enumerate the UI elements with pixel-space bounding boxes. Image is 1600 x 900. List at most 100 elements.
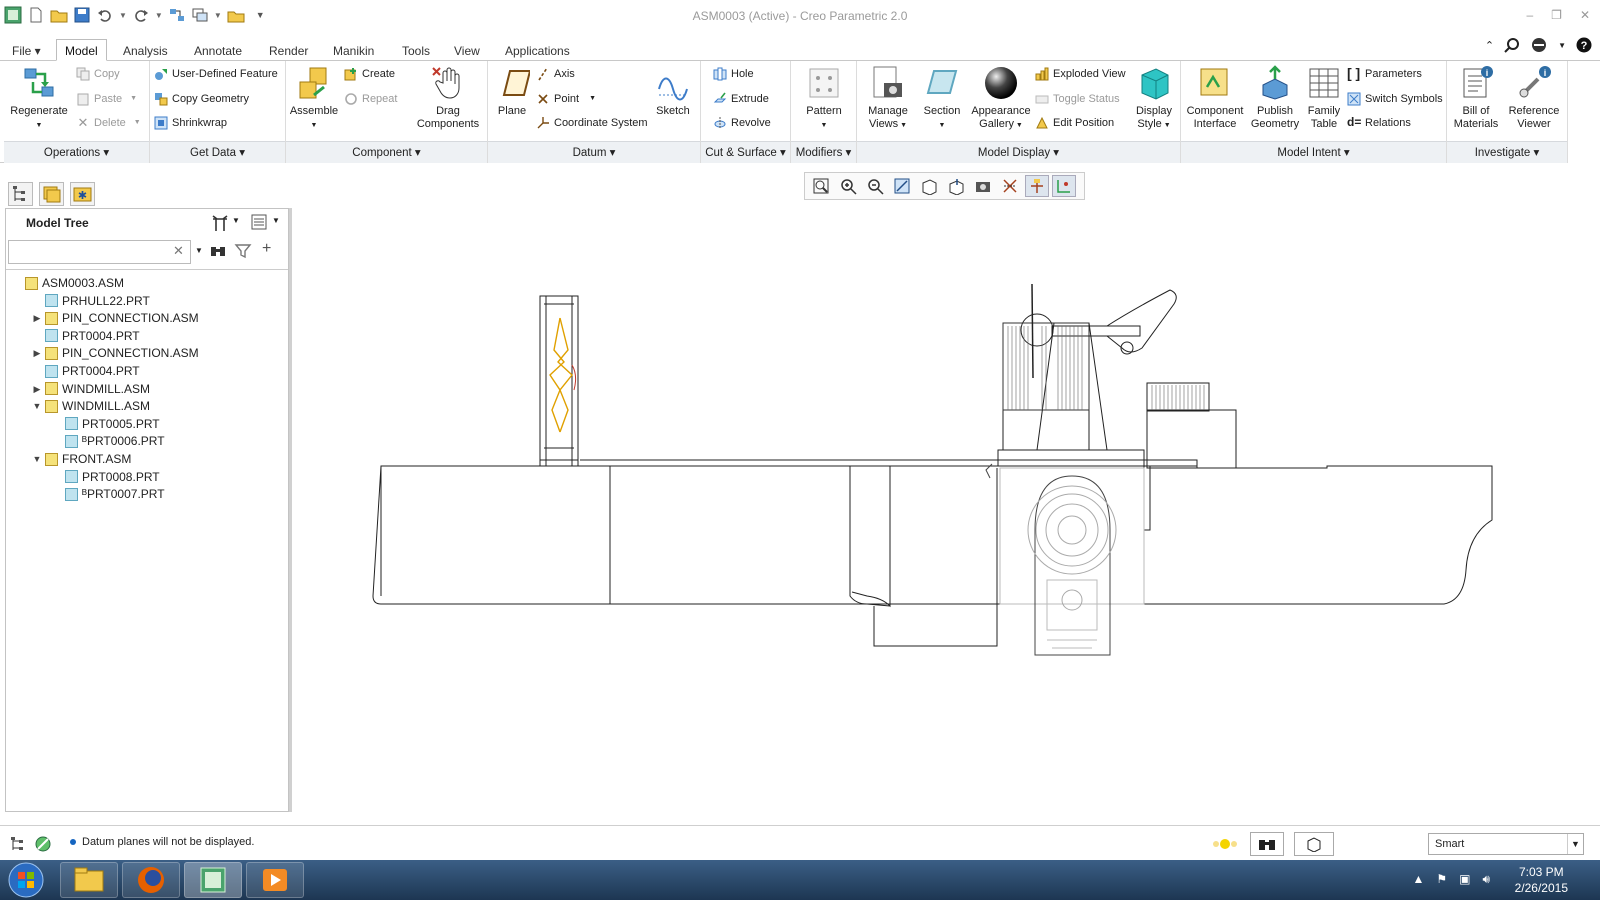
community-dropdown-icon[interactable]: ▼ (1558, 41, 1566, 50)
search-options-dropdown-icon[interactable]: ▼ (195, 246, 203, 255)
tree-item[interactable]: PRT0004.PRT (32, 362, 140, 380)
tree-expander-icon[interactable]: ▼ (32, 450, 42, 468)
create-button[interactable]: Create (344, 63, 395, 85)
group-label-cut-surface[interactable]: Cut & Surface ▾ (701, 141, 790, 163)
tree-item[interactable]: ▶ PIN_CONNECTION.ASM (32, 344, 199, 362)
model-tree-tab[interactable] (8, 182, 33, 206)
paste-button[interactable]: Paste ▼ (76, 88, 137, 110)
appearance-gallery-button[interactable]: Appearance Gallery ▼ (969, 65, 1033, 132)
selection-box-button[interactable] (1294, 832, 1334, 856)
assemble-dropdown-icon[interactable]: ▼ (311, 122, 318, 129)
tree-settings-dropdown-icon[interactable]: ▼ (232, 216, 240, 225)
show-dropdown-icon[interactable]: ▼ (272, 216, 280, 225)
group-label-investigate[interactable]: Investigate ▾ (1447, 141, 1567, 163)
display-style-button[interactable]: Display Style ▼ (1131, 65, 1177, 132)
point-dropdown-icon[interactable]: ▼ (589, 88, 596, 110)
tab-applications[interactable]: Applications (497, 40, 578, 62)
shrinkwrap-button[interactable]: Shrinkwrap (154, 112, 227, 134)
taskbar-firefox[interactable] (122, 862, 180, 898)
exploded-view-button[interactable]: Exploded View (1035, 63, 1126, 85)
revolve-button[interactable]: Revolve (713, 112, 771, 134)
action-center-flag-icon[interactable]: ⚑ (1436, 872, 1447, 887)
selection-filter-dropdown[interactable]: Smart ▼ (1428, 833, 1584, 855)
show-navigator-icon[interactable] (8, 835, 26, 853)
tab-file[interactable]: File ▾ (4, 40, 49, 62)
sketch-button[interactable]: Sketch (650, 65, 696, 118)
annotation-display-icon[interactable] (1052, 175, 1076, 197)
show-columns-icon[interactable] (250, 213, 268, 231)
taskbar-creo[interactable] (184, 862, 242, 898)
tree-expander-icon[interactable]: ▼ (32, 397, 42, 415)
group-label-operations[interactable]: Operations ▾ (4, 141, 149, 163)
axis-button[interactable]: Axis (536, 63, 575, 85)
delete-button[interactable]: ✕ Delete ▼ (76, 112, 141, 134)
group-label-component[interactable]: Component ▾ (286, 141, 487, 163)
copy-button[interactable]: Copy (76, 63, 120, 85)
zoom-out-icon[interactable] (863, 175, 887, 197)
section-dropdown-icon[interactable]: ▼ (939, 122, 946, 129)
collapse-ribbon-icon[interactable]: ⌃ (1485, 39, 1494, 52)
tree-item[interactable]: ASM0003.ASM (12, 274, 124, 292)
drag-components-button[interactable]: Drag Components (414, 65, 482, 131)
reference-viewer-button[interactable]: i Reference Viewer (1503, 65, 1565, 131)
model-tree-search-input[interactable] (8, 240, 191, 264)
publish-geometry-button[interactable]: Publish Geometry (1247, 65, 1303, 131)
tab-view[interactable]: View (446, 40, 488, 62)
restore-icon[interactable]: ❐ (1551, 8, 1562, 22)
delete-dropdown-icon[interactable]: ▼ (134, 112, 141, 134)
tab-tools[interactable]: Tools (394, 40, 438, 62)
volume-icon[interactable]: 🔊︎ (1482, 872, 1490, 887)
close-icon[interactable]: ✕ (1580, 8, 1590, 22)
copy-geometry-button[interactable]: Copy Geometry (154, 88, 249, 110)
datum-display-icon[interactable] (998, 175, 1022, 197)
group-label-model-display[interactable]: Model Display ▾ (857, 141, 1180, 163)
relations-button[interactable]: d= Relations (1347, 112, 1411, 134)
tree-item[interactable]: ▼ FRONT.ASM (32, 450, 132, 468)
start-button-icon[interactable] (6, 862, 46, 898)
extrude-button[interactable]: Extrude (713, 88, 769, 110)
folder-browser-tab[interactable] (39, 182, 64, 206)
find-button[interactable] (1250, 832, 1284, 856)
toggle-status-button[interactable]: Toggle Status (1035, 88, 1120, 110)
repaint-icon[interactable] (890, 175, 914, 197)
refit-icon[interactable] (809, 175, 833, 197)
regenerate-dropdown-icon[interactable]: ▼ (36, 122, 43, 129)
network-icon[interactable]: ▣ (1459, 872, 1470, 887)
graphics-area[interactable] (292, 200, 1592, 810)
tree-settings-icon[interactable] (210, 213, 230, 233)
switch-symbols-button[interactable]: Switch Symbols (1347, 88, 1443, 110)
tree-item[interactable]: ᴮPRT0006.PRT (52, 432, 165, 450)
component-interface-button[interactable]: Component Interface (1183, 65, 1247, 131)
manage-views-button[interactable]: Manage Views ▼ (861, 65, 915, 132)
paste-dropdown-icon[interactable]: ▼ (130, 88, 137, 110)
show-hidden-icons[interactable]: ▲ (1412, 872, 1424, 887)
pattern-dropdown-icon[interactable]: ▼ (821, 122, 828, 129)
group-label-modifiers[interactable]: Modifiers ▾ (791, 141, 856, 163)
section-button[interactable]: Section ▼ (917, 65, 967, 132)
family-table-button[interactable]: Family Table (1303, 65, 1345, 131)
tab-render[interactable]: Render (261, 40, 316, 62)
tree-expander-icon[interactable]: ▶ (32, 344, 42, 362)
group-label-model-intent[interactable]: Model Intent ▾ (1181, 141, 1446, 163)
appearance-dropdown-icon[interactable]: ▼ (1014, 122, 1023, 129)
regeneration-status-icon[interactable] (1212, 838, 1238, 850)
taskbar-clock[interactable]: 7:03 PM 2/26/2015 (1515, 864, 1568, 896)
tree-expander-icon[interactable]: ▶ (32, 380, 42, 398)
view-manager-icon[interactable] (971, 175, 995, 197)
manage-views-dropdown-icon[interactable]: ▼ (898, 122, 907, 129)
tree-item[interactable]: ᴮPRT0007.PRT (52, 485, 165, 503)
assemble-button[interactable]: Assemble ▼ (288, 65, 340, 132)
tree-item[interactable]: ▶ PIN_CONNECTION.ASM (32, 309, 199, 327)
tree-item[interactable]: PRT0008.PRT (52, 468, 160, 486)
display-style-small-icon[interactable] (917, 175, 941, 197)
tab-manikin[interactable]: Manikin (325, 40, 382, 62)
tab-annotate[interactable]: Annotate (186, 40, 250, 62)
filter-icon[interactable] (234, 242, 252, 260)
community-icon[interactable] (1530, 37, 1548, 53)
point-button[interactable]: Point ▼ (536, 88, 596, 110)
display-style-dropdown-icon[interactable]: ▼ (1162, 122, 1171, 129)
parameters-button[interactable]: [ ] Parameters (1347, 63, 1422, 85)
tree-item[interactable]: ▶ WINDMILL.ASM (32, 380, 150, 398)
minimize-icon[interactable]: ‒ (1526, 8, 1533, 22)
coordinate-system-button[interactable]: Coordinate System (536, 112, 648, 134)
